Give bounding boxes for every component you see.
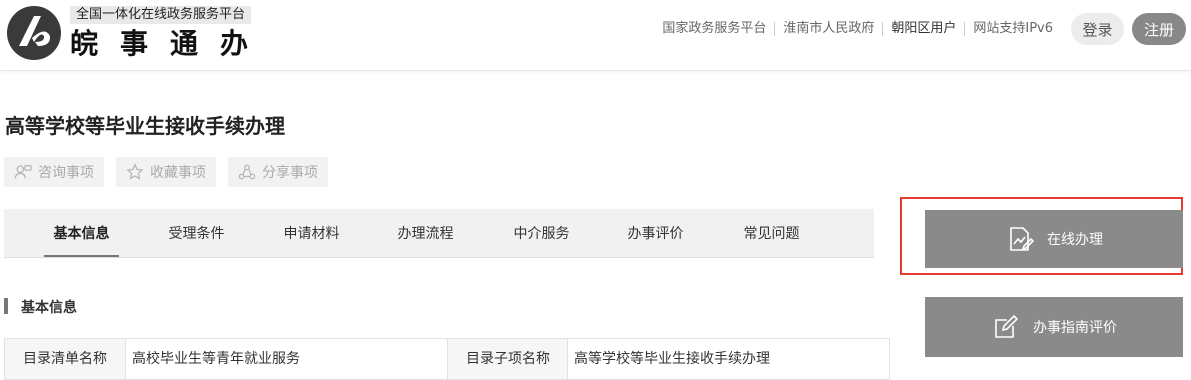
- link-chaoyang-user[interactable]: 朝阳区用户: [883, 22, 966, 36]
- consult-label: 咨询事项: [38, 165, 94, 181]
- label-catalog-name: 目录清单名称: [5, 339, 125, 379]
- consult-button[interactable]: 咨询事项: [4, 157, 104, 187]
- platform-line: 全国一体化在线政务服务平台: [70, 6, 252, 24]
- share-button[interactable]: 分享事项: [228, 157, 328, 187]
- tab-process[interactable]: 办理流程: [388, 209, 463, 257]
- share-icon: [238, 164, 256, 180]
- brand-name[interactable]: 皖事通办: [70, 26, 270, 62]
- value-subitem-name: 高等学校等毕业生接收手续办理: [567, 339, 874, 379]
- ipv6-support-text: 网站支持IPv6: [973, 21, 1053, 36]
- top-links: 国家政务服务平台 淮南市人民政府 朝阳区用户 网站支持IPv6: [654, 20, 1061, 38]
- share-label: 分享事项: [262, 165, 318, 181]
- tab-evaluation[interactable]: 办事评价: [618, 209, 693, 257]
- section-title: 基本信息: [21, 300, 77, 316]
- tab-basic-info[interactable]: 基本信息: [44, 209, 119, 257]
- edit-icon: [995, 314, 1019, 338]
- guide-evaluation-button[interactable]: 办事指南评价: [925, 297, 1183, 357]
- info-table: 目录清单名称 高校毕业生等青年就业服务 目录子项名称 高等学校等毕业生接收手续办…: [4, 338, 890, 380]
- link-huainan-gov[interactable]: 淮南市人民政府: [775, 22, 884, 36]
- document-chart-icon: [1010, 227, 1035, 251]
- consult-icon: [14, 165, 32, 179]
- star-icon: [126, 163, 144, 180]
- value-catalog-name: 高校毕业生等青年就业服务: [125, 339, 432, 379]
- login-button[interactable]: 登录: [1071, 13, 1124, 45]
- logo-icon[interactable]: [5, 4, 63, 62]
- label-subitem-name: 目录子项名称: [447, 339, 568, 379]
- site-header: 全国一体化在线政务服务平台 皖事通办 国家政务服务平台 淮南市人民政府 朝阳区用…: [0, 0, 1191, 71]
- link-national-platform[interactable]: 国家政务服务平台: [654, 22, 776, 36]
- register-button[interactable]: 注册: [1132, 13, 1186, 45]
- favorite-button[interactable]: 收藏事项: [116, 157, 216, 187]
- tab-materials[interactable]: 申请材料: [274, 209, 349, 257]
- section-marker: [4, 298, 8, 314]
- action-row: 咨询事项 收藏事项 分享事项: [4, 157, 328, 187]
- online-apply-button[interactable]: 在线办理: [925, 210, 1183, 268]
- page-title: 高等学校等毕业生接收手续办理: [5, 114, 285, 138]
- guide-evaluation-label: 办事指南评价: [1033, 320, 1117, 336]
- tab-bar: 基本信息 受理条件 申请材料 办理流程 中介服务 办事评价 常见问题: [4, 209, 874, 258]
- tab-intermediary[interactable]: 中介服务: [504, 209, 579, 257]
- tab-conditions[interactable]: 受理条件: [159, 209, 234, 257]
- tab-faq[interactable]: 常见问题: [734, 209, 809, 257]
- online-apply-label: 在线办理: [1047, 232, 1103, 248]
- favorite-label: 收藏事项: [150, 165, 206, 181]
